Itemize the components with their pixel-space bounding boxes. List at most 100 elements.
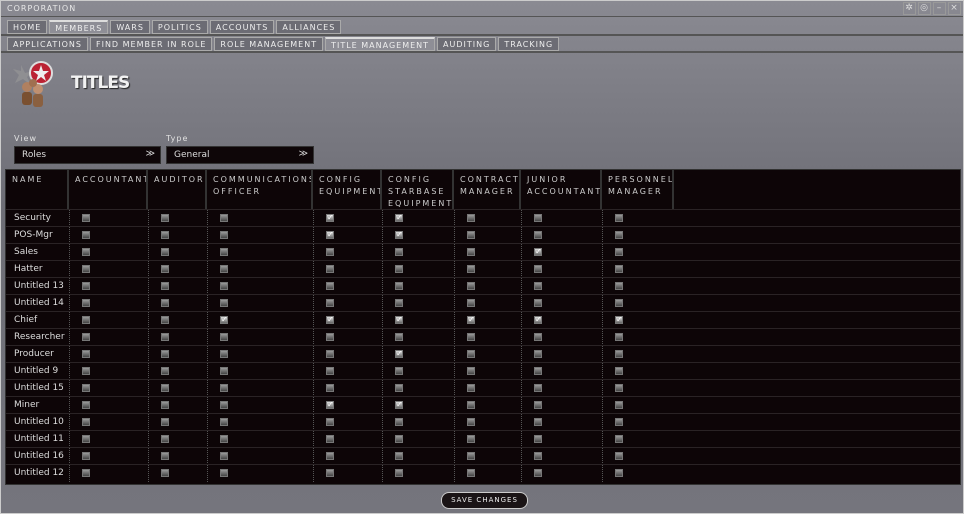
checkbox-unchecked[interactable] — [161, 282, 169, 290]
checkbox-checked[interactable]: ✓ — [395, 316, 403, 324]
checkbox-unchecked[interactable] — [220, 248, 228, 256]
column-header-communications-officer[interactable]: COMMUNICATIONS OFFICER — [207, 170, 313, 210]
tab-accounts[interactable]: ACCOUNTS — [209, 20, 275, 34]
checkbox-unchecked[interactable] — [161, 469, 169, 477]
checkbox-unchecked[interactable] — [220, 384, 228, 392]
checkbox-unchecked[interactable] — [220, 435, 228, 443]
checkbox-checked[interactable]: ✓ — [534, 248, 542, 256]
column-header-name[interactable]: NAME — [6, 170, 69, 210]
checkbox-unchecked[interactable] — [326, 333, 334, 341]
subtab-title-management[interactable]: TITLE MANAGEMENT — [325, 37, 436, 51]
checkbox-checked[interactable]: ✓ — [534, 316, 542, 324]
checkbox-unchecked[interactable] — [467, 282, 475, 290]
checkbox-unchecked[interactable] — [82, 231, 90, 239]
checkbox-unchecked[interactable] — [161, 333, 169, 341]
checkbox-unchecked[interactable] — [326, 384, 334, 392]
checkbox-unchecked[interactable] — [161, 231, 169, 239]
title-name[interactable]: Untitled 10 — [6, 414, 69, 431]
subtab-role-management[interactable]: ROLE MANAGEMENT — [214, 37, 324, 51]
column-header-junior-accountant[interactable]: JUNIOR ACCOUNTANT — [521, 170, 602, 210]
checkbox-unchecked[interactable] — [82, 435, 90, 443]
checkbox-unchecked[interactable] — [467, 418, 475, 426]
checkbox-unchecked[interactable] — [326, 469, 334, 477]
subtab-auditing[interactable]: AUDITING — [437, 37, 497, 51]
checkbox-unchecked[interactable] — [395, 282, 403, 290]
checkbox-unchecked[interactable] — [467, 435, 475, 443]
checkbox-unchecked[interactable] — [220, 214, 228, 222]
checkbox-checked[interactable]: ✓ — [467, 316, 475, 324]
checkbox-unchecked[interactable] — [220, 452, 228, 460]
checkbox-unchecked[interactable] — [467, 367, 475, 375]
checkbox-unchecked[interactable] — [161, 265, 169, 273]
column-header-personnel-manager[interactable]: PERSONNEL MANAGER — [602, 170, 674, 210]
column-header-auditor[interactable]: AUDITOR — [148, 170, 207, 210]
checkbox-unchecked[interactable] — [534, 418, 542, 426]
checkbox-unchecked[interactable] — [534, 401, 542, 409]
checkbox-unchecked[interactable] — [395, 452, 403, 460]
tab-wars[interactable]: WARS — [110, 20, 150, 34]
subtab-find-member-in-role[interactable]: FIND MEMBER IN ROLE — [89, 37, 213, 51]
checkbox-unchecked[interactable] — [82, 401, 90, 409]
checkbox-unchecked[interactable] — [82, 265, 90, 273]
checkbox-unchecked[interactable] — [534, 367, 542, 375]
checkbox-unchecked[interactable] — [534, 452, 542, 460]
pin-icon[interactable]: ✲ — [903, 2, 916, 15]
checkbox-unchecked[interactable] — [534, 384, 542, 392]
view-select[interactable]: Roles ≫ — [14, 146, 161, 164]
checkbox-unchecked[interactable] — [220, 469, 228, 477]
title-name[interactable]: Hatter — [6, 261, 69, 278]
checkbox-checked[interactable]: ✓ — [395, 350, 403, 358]
checkbox-unchecked[interactable] — [82, 384, 90, 392]
checkbox-unchecked[interactable] — [220, 299, 228, 307]
checkbox-unchecked[interactable] — [326, 435, 334, 443]
checkbox-unchecked[interactable] — [615, 401, 623, 409]
title-name[interactable]: Untitled 15 — [6, 380, 69, 397]
checkbox-unchecked[interactable] — [220, 418, 228, 426]
subtab-tracking[interactable]: TRACKING — [498, 37, 560, 51]
checkbox-unchecked[interactable] — [82, 333, 90, 341]
checkbox-unchecked[interactable] — [615, 299, 623, 307]
checkbox-unchecked[interactable] — [467, 231, 475, 239]
checkbox-unchecked[interactable] — [326, 367, 334, 375]
checkbox-unchecked[interactable] — [615, 418, 623, 426]
checkbox-unchecked[interactable] — [467, 401, 475, 409]
title-name[interactable]: POS-Mgr — [6, 227, 69, 244]
checkbox-unchecked[interactable] — [467, 452, 475, 460]
checkbox-unchecked[interactable] — [161, 350, 169, 358]
title-name[interactable]: Untitled 16 — [6, 448, 69, 465]
checkbox-unchecked[interactable] — [615, 248, 623, 256]
checkbox-unchecked[interactable] — [615, 333, 623, 341]
checkbox-unchecked[interactable] — [82, 299, 90, 307]
checkbox-unchecked[interactable] — [161, 367, 169, 375]
column-header-contract-manager[interactable]: CONTRACT MANAGER — [454, 170, 521, 210]
checkbox-checked[interactable]: ✓ — [395, 231, 403, 239]
column-header-config-equipment[interactable]: CONFIG EQUIPMENT — [313, 170, 382, 210]
title-name[interactable]: Untitled 13 — [6, 278, 69, 295]
title-name[interactable]: Chief — [6, 312, 69, 329]
checkbox-unchecked[interactable] — [467, 214, 475, 222]
checkbox-unchecked[interactable] — [615, 469, 623, 477]
minimize-icon[interactable]: – — [933, 2, 946, 15]
checkbox-unchecked[interactable] — [534, 435, 542, 443]
checkbox-unchecked[interactable] — [161, 248, 169, 256]
checkbox-unchecked[interactable] — [326, 248, 334, 256]
title-name[interactable]: Untitled 9 — [6, 363, 69, 380]
column-header-config-starbase-equipment[interactable]: CONFIG STARBASE EQUIPMENT — [382, 170, 454, 210]
checkbox-checked[interactable]: ✓ — [395, 401, 403, 409]
checkbox-checked[interactable]: ✓ — [326, 214, 334, 222]
checkbox-unchecked[interactable] — [161, 299, 169, 307]
title-name[interactable]: Untitled 11 — [6, 431, 69, 448]
checkbox-unchecked[interactable] — [326, 265, 334, 273]
checkbox-unchecked[interactable] — [395, 248, 403, 256]
checkbox-unchecked[interactable] — [220, 401, 228, 409]
subtab-applications[interactable]: APPLICATIONS — [7, 37, 88, 51]
checkbox-unchecked[interactable] — [534, 333, 542, 341]
checkbox-unchecked[interactable] — [534, 469, 542, 477]
checkbox-unchecked[interactable] — [82, 282, 90, 290]
checkbox-unchecked[interactable] — [395, 384, 403, 392]
checkbox-unchecked[interactable] — [220, 282, 228, 290]
checkbox-unchecked[interactable] — [82, 452, 90, 460]
checkbox-unchecked[interactable] — [395, 367, 403, 375]
checkbox-unchecked[interactable] — [467, 299, 475, 307]
save-changes-button[interactable]: SAVE CHANGES — [441, 492, 528, 509]
